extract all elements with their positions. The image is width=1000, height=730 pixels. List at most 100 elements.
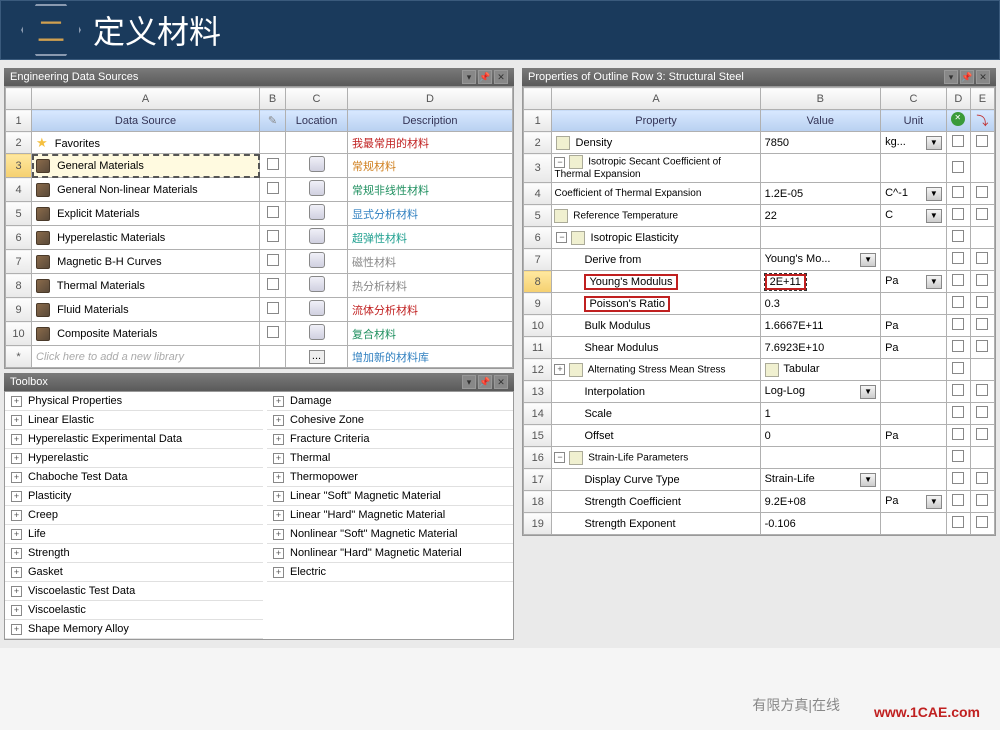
value-cell[interactable]	[760, 154, 880, 183]
row-number[interactable]: 11	[524, 337, 552, 359]
location-cell[interactable]	[286, 132, 348, 154]
row-number[interactable]: 10	[6, 322, 32, 346]
checkbox[interactable]	[267, 182, 279, 194]
row-number[interactable]: 2	[524, 132, 552, 154]
dropdown-icon[interactable]: ▾	[462, 375, 476, 389]
toolbox-item[interactable]: +Linear "Soft" Magnetic Material	[267, 487, 513, 506]
property-cell[interactable]: Offset	[552, 425, 760, 447]
close-icon[interactable]: ✕	[976, 70, 990, 84]
param-cell[interactable]	[970, 491, 994, 513]
location-cell[interactable]	[286, 226, 348, 250]
toolbox-item[interactable]: +Strength	[5, 544, 263, 563]
param-cell[interactable]	[970, 132, 994, 154]
expand-icon[interactable]: +	[11, 453, 22, 464]
data-source-cell[interactable]: General Non-linear Materials	[32, 178, 260, 202]
param-cell[interactable]	[970, 469, 994, 491]
expand-icon[interactable]: +	[273, 396, 284, 407]
edit-checkbox-cell[interactable]	[260, 202, 286, 226]
unit-cell[interactable]	[881, 154, 947, 183]
dropdown-icon[interactable]: ▼	[926, 495, 942, 509]
col-c[interactable]: C	[881, 88, 947, 110]
panel-header[interactable]: Engineering Data Sources ▾ 📌 ✕	[4, 68, 514, 86]
location-icon[interactable]	[309, 180, 325, 196]
unit-cell[interactable]: C^-1▼	[881, 183, 947, 205]
row-number[interactable]: 5	[524, 205, 552, 227]
unit-cell[interactable]: Pa▼	[881, 271, 947, 293]
collapse-icon[interactable]: −	[556, 232, 567, 243]
expand-icon[interactable]: +	[273, 453, 284, 464]
toolbox-item[interactable]: +Nonlinear "Soft" Magnetic Material	[267, 525, 513, 544]
row-number[interactable]: 14	[524, 403, 552, 425]
expand-icon[interactable]: +	[273, 510, 284, 521]
close-icon[interactable]: ✕	[494, 375, 508, 389]
row-number[interactable]: 5	[6, 202, 32, 226]
collapse-icon[interactable]: −	[554, 157, 565, 168]
pin-icon[interactable]: 📌	[478, 375, 492, 389]
toolbox-item[interactable]: +Cohesive Zone	[267, 411, 513, 430]
dropdown-icon[interactable]: ▼	[860, 473, 876, 487]
unit-cell[interactable]	[881, 513, 947, 535]
expand-icon[interactable]: +	[273, 491, 284, 502]
toolbox-item[interactable]: +Nonlinear "Hard" Magnetic Material	[267, 544, 513, 563]
value-cell[interactable]: 1.2E-05	[760, 183, 880, 205]
location-icon[interactable]	[309, 324, 325, 340]
suppress-cell[interactable]	[946, 183, 970, 205]
row-number[interactable]: 15	[524, 425, 552, 447]
edit-checkbox-cell[interactable]	[260, 132, 286, 154]
unit-cell[interactable]: Pa	[881, 425, 947, 447]
property-cell[interactable]: Strength Coefficient	[552, 491, 760, 513]
row-number[interactable]: 12	[524, 359, 552, 381]
row-number[interactable]: 10	[524, 315, 552, 337]
property-cell[interactable]: Bulk Modulus	[552, 315, 760, 337]
col-a[interactable]: A	[32, 88, 260, 110]
dropdown-icon[interactable]: ▾	[462, 70, 476, 84]
unit-cell[interactable]	[881, 403, 947, 425]
property-cell[interactable]: Derive from	[552, 249, 760, 271]
close-icon[interactable]: ✕	[494, 70, 508, 84]
expand-icon[interactable]: +	[273, 548, 284, 559]
checkbox[interactable]	[267, 206, 279, 218]
value-cell[interactable]: 1.6667E+11	[760, 315, 880, 337]
data-source-cell[interactable]: Hyperelastic Materials	[32, 226, 260, 250]
data-source-cell[interactable]: General Materials	[32, 154, 260, 178]
param-cell[interactable]	[970, 315, 994, 337]
location-icon[interactable]	[309, 252, 325, 268]
param-cell[interactable]	[970, 447, 994, 469]
row-number[interactable]: 7	[524, 249, 552, 271]
checkbox[interactable]	[267, 302, 279, 314]
toolbox-item[interactable]: +Damage	[267, 392, 513, 411]
toolbox-item[interactable]: +Life	[5, 525, 263, 544]
suppress-cell[interactable]	[946, 205, 970, 227]
param-cell[interactable]	[970, 271, 994, 293]
expand-icon[interactable]: +	[273, 434, 284, 445]
unit-cell[interactable]: C▼	[881, 205, 947, 227]
property-cell[interactable]: Interpolation	[552, 381, 760, 403]
dropdown-icon[interactable]: ▼	[926, 209, 942, 223]
dropdown-icon[interactable]: ▼	[926, 136, 942, 150]
properties-table[interactable]: A B C D E 1 Property Value Unit ⤵	[523, 87, 995, 535]
unit-cell[interactable]	[881, 293, 947, 315]
edit-checkbox-cell[interactable]	[260, 298, 286, 322]
value-cell[interactable]	[760, 447, 880, 469]
param-cell[interactable]	[970, 249, 994, 271]
value-cell[interactable]: 0	[760, 425, 880, 447]
suppress-cell[interactable]	[946, 469, 970, 491]
col-b[interactable]: B	[760, 88, 880, 110]
row-number[interactable]: 4	[6, 178, 32, 202]
data-sources-table[interactable]: A B C D 1 Data Source Location Descripti…	[5, 87, 513, 368]
toolbox-item[interactable]: +Linear "Hard" Magnetic Material	[267, 506, 513, 525]
pin-icon[interactable]: 📌	[960, 70, 974, 84]
expand-icon[interactable]: +	[11, 396, 22, 407]
property-cell[interactable]: Poisson's Ratio	[552, 293, 760, 315]
unit-cell[interactable]	[881, 249, 947, 271]
dropdown-icon[interactable]: ▼	[926, 275, 942, 289]
unit-cell[interactable]	[881, 447, 947, 469]
property-cell[interactable]: Strength Exponent	[552, 513, 760, 535]
location-cell[interactable]	[286, 274, 348, 298]
value-cell[interactable]: 9.2E+08	[760, 491, 880, 513]
param-cell[interactable]	[970, 337, 994, 359]
expand-icon[interactable]: +	[11, 491, 22, 502]
unit-cell[interactable]	[881, 359, 947, 381]
toolbox-item[interactable]: +Physical Properties	[5, 392, 263, 411]
toolbox-item[interactable]: +Hyperelastic Experimental Data	[5, 430, 263, 449]
